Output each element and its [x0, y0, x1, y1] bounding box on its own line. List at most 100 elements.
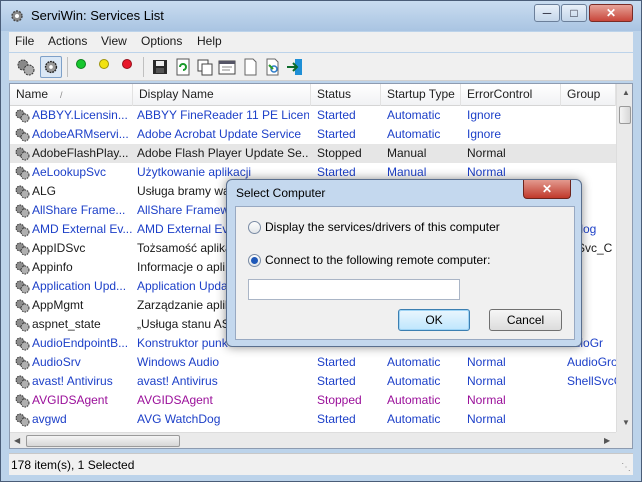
menu-bar: File Actions View Options Help: [9, 32, 633, 52]
cell-name: AllShare Frame...: [32, 203, 126, 217]
pause-yellow-icon[interactable]: [99, 59, 109, 69]
radio-local-label[interactable]: Display the services/drivers of this com…: [265, 220, 500, 234]
radio-remote-computer[interactable]: [248, 254, 261, 267]
dialog-close-button[interactable]: ✕: [523, 180, 571, 199]
cell-display-name: Adobe Flash Player Update Se...: [137, 146, 309, 160]
horizontal-scroll-thumb[interactable]: [26, 435, 180, 447]
cell-name: Application Upd...: [32, 279, 127, 293]
table-row[interactable]: AudioSrv Windows Audio Started Automatic Nor…: [10, 353, 616, 372]
menu-help[interactable]: Help: [197, 34, 222, 48]
stop-red-icon[interactable]: [122, 59, 132, 69]
close-button[interactable]: ✕: [589, 4, 633, 22]
services-icon[interactable]: [15, 56, 37, 78]
find-icon[interactable]: [261, 56, 283, 78]
table-row[interactable]: AdobeFlashPlay... Adobe Flash Player Upda…: [10, 144, 616, 163]
cell-group: ShellSvcG: [567, 374, 616, 388]
cell-name: avgwd: [32, 412, 67, 426]
service-gear-icon: [15, 128, 30, 142]
radio-local-computer[interactable]: [248, 221, 261, 234]
list-header: Name / Display Name Status Startup Type E…: [10, 84, 616, 106]
scroll-corner: [616, 432, 632, 448]
cell-display-name: avast! Antivirus: [137, 374, 218, 388]
cell-name: AudioEndpointB...: [32, 336, 129, 350]
scroll-right-icon[interactable]: ▶: [604, 436, 610, 445]
radio-remote-label[interactable]: Connect to the following remote computer…: [265, 253, 490, 267]
cell-status: Started: [317, 127, 356, 141]
table-row[interactable]: AdobeARMservi... Adobe Acrobat Update Ser…: [10, 125, 616, 144]
title-bar[interactable]: ServiWin: Services List ─ □ ✕: [1, 1, 641, 31]
cell-name: AdobeARMservi...: [32, 127, 129, 141]
cell-startup-type: Automatic: [387, 393, 441, 407]
html-report-icon[interactable]: [239, 56, 261, 78]
service-gear-icon: [15, 413, 30, 427]
drivers-icon[interactable]: [40, 56, 62, 78]
table-row[interactable]: AVGIDSAgent AVGIDSAgent Stopped Automatic No…: [10, 391, 616, 410]
table-row[interactable]: avast! Antivirus avast! Antivirus Started A…: [10, 372, 616, 391]
menu-options[interactable]: Options: [141, 34, 182, 48]
service-gear-icon: [15, 223, 30, 237]
menu-view[interactable]: View: [101, 34, 127, 48]
cell-name: AppIDSvc: [32, 241, 86, 255]
ok-button[interactable]: OK: [398, 309, 470, 331]
cell-status: Started: [317, 374, 356, 388]
cell-status: Stopped: [317, 393, 362, 407]
column-header-name[interactable]: Name /: [10, 84, 133, 106]
menu-actions[interactable]: Actions: [48, 34, 87, 48]
dialog-title: Select Computer: [236, 186, 326, 200]
cell-startup-type: Automatic: [387, 412, 441, 426]
cell-name: AdobeFlashPlay...: [32, 146, 129, 160]
cell-group: [567, 391, 616, 410]
resize-grip-icon[interactable]: ⋱: [621, 462, 631, 473]
maximize-button[interactable]: □: [561, 4, 587, 22]
cell-display-name: ABBYY FineReader 11 PE Licen...: [137, 108, 309, 122]
service-gear-icon: [15, 375, 30, 389]
horizontal-scrollbar[interactable]: ◀ ▶: [10, 432, 616, 448]
service-gear-icon: [15, 261, 30, 275]
cell-error-control: Normal: [467, 393, 506, 407]
remote-computer-input[interactable]: [248, 279, 460, 300]
save-icon[interactable]: [149, 56, 171, 78]
vertical-scroll-thumb[interactable]: [619, 106, 631, 124]
cancel-button[interactable]: Cancel: [489, 309, 562, 331]
service-gear-icon: [15, 242, 30, 256]
cell-group: [567, 125, 616, 144]
column-header-error-control[interactable]: ErrorControl: [461, 84, 561, 106]
cell-error-control: Normal: [467, 412, 506, 426]
menu-file[interactable]: File: [15, 34, 34, 48]
cell-startup-type: Automatic: [387, 108, 441, 122]
cell-name: AppMgmt: [32, 298, 84, 312]
column-header-startup-type[interactable]: Startup Type: [381, 84, 461, 106]
minimize-button[interactable]: ─: [534, 4, 560, 22]
refresh-icon[interactable]: [172, 56, 194, 78]
toolbar: [9, 53, 633, 81]
column-header-display-name[interactable]: Display Name: [133, 84, 311, 106]
cell-name: Appinfo: [32, 260, 73, 274]
scroll-down-icon[interactable]: ▼: [622, 418, 630, 427]
cell-name: AudioSrv: [32, 355, 81, 369]
table-row[interactable]: avgwd AVG WatchDog Started Automatic Normal: [10, 410, 616, 429]
cell-name: avast! Antivirus: [32, 374, 113, 388]
table-row[interactable]: ABBYY.Licensin... ABBYY FineReader 11 PE …: [10, 106, 616, 125]
properties-icon[interactable]: [216, 56, 238, 78]
sort-indicator-icon: /: [60, 90, 63, 100]
cell-startup-type: Automatic: [387, 355, 441, 369]
app-gear-icon: [11, 10, 23, 22]
main-window: ServiWin: Services List ─ □ ✕ File Actio…: [0, 0, 642, 482]
cell-display-name: Windows Audio: [137, 355, 220, 369]
column-header-group[interactable]: Group: [561, 84, 616, 106]
service-gear-icon: [15, 299, 30, 313]
service-gear-icon: [15, 356, 30, 370]
column-header-status[interactable]: Status: [311, 84, 381, 106]
start-green-icon[interactable]: [76, 59, 86, 69]
scroll-up-icon[interactable]: ▲: [622, 88, 630, 97]
cell-group: [567, 106, 616, 125]
vertical-scrollbar[interactable]: ▲ ▼: [616, 84, 632, 432]
cell-status: Started: [317, 108, 356, 122]
exit-icon[interactable]: [284, 56, 306, 78]
dialog-body: Display the services/drivers of this com…: [235, 206, 575, 340]
service-gear-icon: [15, 394, 30, 408]
service-gear-icon: [15, 185, 30, 199]
cell-name: ALG: [32, 184, 57, 198]
scroll-left-icon[interactable]: ◀: [14, 436, 20, 445]
copy-icon[interactable]: [194, 56, 216, 78]
